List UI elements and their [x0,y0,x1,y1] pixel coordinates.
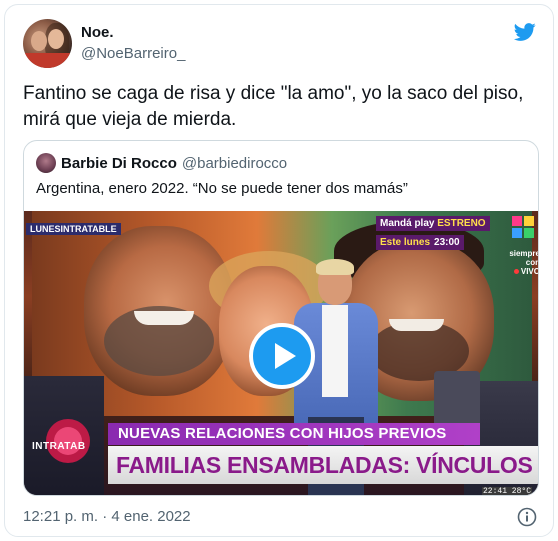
presenter-shirt [322,305,348,397]
quoted-author-handle[interactable]: @barbiedirocco [182,155,287,172]
author-name-block: Noe. @NoeBarreiro_ [81,23,185,64]
quoted-tweet-text: Argentina, enero 2022. “No se puede tene… [36,180,408,197]
tv-corner-tag: LUNESINTRATABLE [26,223,121,235]
tv-live-label-2: VIVO [520,267,539,276]
author-handle[interactable]: @NoeBarreiro_ [81,44,185,64]
tv-promo-1b: ESTRENO [437,218,486,229]
avatar-face-left [31,31,47,51]
studio-stool [434,371,480,431]
quoted-author-avatar[interactable] [36,153,56,173]
quoted-author-name[interactable]: Barbie Di Rocco [61,155,177,172]
avatar-shirt [23,53,72,68]
tv-promo-1a: Mandá play [380,218,435,229]
lower-third-line-1: NUEVAS RELACIONES CON HIJOS PREVIOS [108,423,480,445]
tv-promo-line-2: Este lunes 23:00 [376,235,464,250]
show-logo-text: INTRATAB [32,441,86,452]
author-avatar[interactable] [23,19,72,68]
presenter-hair [316,259,354,275]
play-button[interactable] [249,323,315,389]
author-display-name[interactable]: Noe. [81,23,185,42]
tweet-card: Noe. @NoeBarreiro_ Fantino se caga de ri… [4,4,554,537]
tv-promo-2a: Este lunes [380,237,431,248]
tv-promo-2b: 23:00 [434,237,460,248]
tweet-timestamp[interactable]: 12:21 p. m. · 4 ene. 2022 [23,507,191,527]
tv-live-label: siempre con VIVO [494,249,539,276]
twitter-bird-icon[interactable] [513,21,537,43]
tweet-text: Fantino se caga de risa y dice "la amo",… [23,83,524,130]
channel-logo-icon [512,216,534,238]
screen-man-right-smile [389,319,444,331]
tv-promo-line-1: Mandá play ESTRENO [376,216,490,231]
tv-clock: 22:41 28°C [482,487,532,496]
quoted-tweet-header: Barbie Di Rocco @barbiedirocco [36,153,287,173]
screen-man-left-smile [134,311,194,325]
live-dot-icon [513,269,519,274]
lower-third-line-2: FAMILIAS ENSAMBLADAS: VÍNCULOS Y CONFLIC… [108,446,538,484]
play-icon [275,343,296,369]
video-thumbnail[interactable]: LUNESINTRATABLE Mandá play ESTRENO Este … [24,211,539,496]
quoted-tweet[interactable]: Barbie Di Rocco @barbiedirocco Argentina… [23,140,539,496]
avatar-face-right [48,29,64,49]
info-icon[interactable] [517,507,537,527]
tweet-header: Noe. @NoeBarreiro_ [23,19,537,71]
tv-live-label-1: siempre con [509,249,539,267]
